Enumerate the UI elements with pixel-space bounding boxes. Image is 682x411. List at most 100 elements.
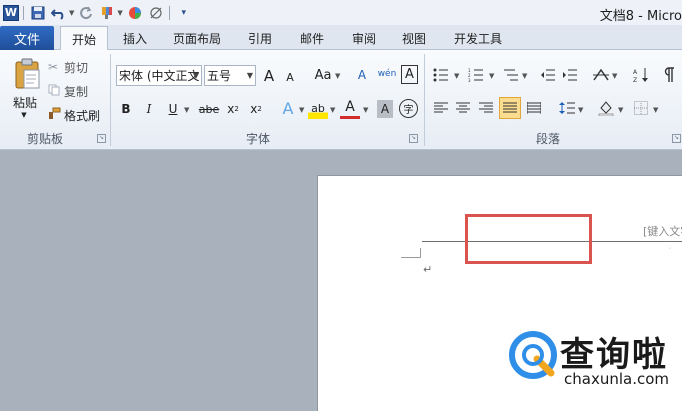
line-spacing-dropdown-icon[interactable]: ▼ (578, 106, 583, 114)
font-size-combo[interactable]: 五号 ▼ (204, 65, 256, 86)
scissors-icon: ✂ (48, 60, 59, 74)
underline-button[interactable]: U (163, 98, 183, 120)
align-center-icon[interactable] (452, 97, 474, 119)
shading-icon[interactable] (595, 97, 617, 119)
qat-separator (23, 5, 24, 20)
borders-icon[interactable] (630, 97, 652, 119)
clear-format-button[interactable]: A (352, 64, 372, 86)
annotation-highlight-box (465, 214, 592, 264)
clipboard-icon (15, 58, 40, 89)
copy-label: 复制 (64, 84, 89, 99)
numbering-icon[interactable]: 123 (465, 64, 487, 86)
clipboard-launcher-icon[interactable]: ↘ (97, 134, 106, 143)
text-effects-button[interactable]: A (278, 97, 298, 119)
paste-dropdown-icon[interactable]: ▼ (18, 110, 30, 120)
tab-page-layout[interactable]: 页面布局 (165, 26, 229, 50)
tab-file[interactable]: 文件 (0, 26, 54, 50)
increase-indent-icon[interactable] (559, 64, 581, 86)
save-icon[interactable] (29, 4, 47, 22)
copy-button[interactable]: 复制 (48, 82, 104, 100)
clipboard-group-label: 剪贴板 (26, 132, 63, 146)
line-spacing-icon[interactable] (556, 97, 578, 119)
header-placeholder-text[interactable]: [键入文字 (643, 223, 682, 239)
brush-icon (48, 107, 64, 123)
italic-button[interactable]: I (139, 98, 159, 120)
undo-dropdown-icon[interactable]: ▼ (69, 9, 74, 17)
cut-button[interactable]: ✂ 剪切 (48, 58, 104, 76)
text-effects-dropdown-icon[interactable]: ▼ (299, 106, 304, 114)
tab-home[interactable]: 开始 (60, 26, 108, 51)
copy-icon (48, 84, 64, 99)
character-border-button[interactable]: A (401, 65, 418, 84)
redo-icon[interactable] (77, 4, 95, 22)
tab-mailings[interactable]: 邮件 (290, 26, 334, 50)
subscript-label: x (227, 102, 235, 116)
word-logo-icon[interactable]: W (3, 4, 19, 21)
subscript-button[interactable]: x2 (223, 98, 243, 120)
format-painter-qat-icon[interactable] (98, 4, 116, 22)
phonetic-guide-button[interactable]: wén (376, 63, 398, 85)
multilevel-dropdown-icon[interactable]: ▼ (522, 72, 527, 80)
paragraph-group-label: 段落 (535, 132, 560, 146)
painter-dropdown-icon[interactable]: ▼ (117, 9, 122, 17)
paste-label: 粘贴 (12, 95, 37, 110)
paragraph-launcher-icon[interactable]: ↘ (672, 134, 681, 143)
group-separator-2 (424, 54, 425, 146)
distributed-icon[interactable] (523, 97, 545, 119)
chinese-layout-icon[interactable] (590, 64, 612, 86)
bullets-icon[interactable] (430, 64, 452, 86)
strikethrough-button[interactable]: abe (196, 98, 222, 120)
align-left-icon[interactable] (430, 97, 452, 119)
sort-icon[interactable]: AZ (630, 64, 652, 86)
draw-icon[interactable] (147, 4, 165, 22)
ribbon-tabs: 文件 开始 插入 页面布局 引用 邮件 审阅 视图 开发工具 (0, 25, 682, 51)
qat-separator-2 (168, 5, 170, 20)
numbering-dropdown-icon[interactable]: ▼ (489, 72, 494, 80)
chinese-layout-dropdown-icon[interactable]: ▼ (612, 72, 617, 80)
format-painter-button[interactable]: 格式刷 (48, 106, 106, 124)
underline-dropdown-icon[interactable]: ▼ (184, 106, 189, 114)
multilevel-list-icon[interactable] (500, 64, 522, 86)
font-name-combo[interactable]: 宋体 (中文正文 ▼ (116, 65, 202, 86)
tab-insert[interactable]: 插入 (113, 26, 157, 50)
chaxunla-logo-icon (509, 331, 557, 379)
change-case-dropdown-icon[interactable]: ▼ (335, 72, 340, 80)
svg-text:3: 3 (468, 78, 471, 82)
grow-font-button[interactable]: A (260, 65, 278, 86)
margin-corner-mark-vertical (420, 248, 421, 258)
borders-dropdown-icon[interactable]: ▼ (653, 106, 658, 114)
highlight-button[interactable]: ab (308, 97, 328, 119)
superscript-button[interactable]: x2 (246, 98, 266, 120)
color-icon[interactable] (126, 4, 144, 22)
font-launcher-icon[interactable]: ↘ (409, 134, 418, 143)
font-color-dropdown-icon[interactable]: ▼ (363, 106, 368, 114)
watermark-url: chaxunla.com (564, 370, 669, 388)
tab-review[interactable]: 审阅 (342, 26, 386, 50)
paste-button[interactable]: 粘贴 ▼ (4, 52, 44, 124)
font-name-value: 宋体 (中文正文 (119, 69, 200, 83)
decrease-indent-icon[interactable] (537, 64, 559, 86)
shrink-font-button[interactable]: A (282, 67, 298, 88)
font-name-dropdown-icon[interactable]: ▼ (193, 71, 199, 80)
justify-icon[interactable] (499, 97, 521, 119)
align-right-icon[interactable] (475, 97, 497, 119)
font-group-label: 字体 (245, 132, 270, 146)
superscript-label: x (250, 102, 258, 116)
font-color-button[interactable]: A (340, 97, 360, 119)
bold-button[interactable]: B (116, 98, 136, 120)
highlight-dropdown-icon[interactable]: ▼ (330, 106, 335, 114)
bullets-dropdown-icon[interactable]: ▼ (454, 72, 459, 80)
shading-dropdown-icon[interactable]: ▼ (618, 106, 623, 114)
group-separator (110, 54, 111, 146)
tab-developer[interactable]: 开发工具 (444, 26, 512, 50)
svg-text:Z: Z (633, 77, 637, 83)
tab-references[interactable]: 引用 (238, 26, 282, 50)
show-marks-icon[interactable] (658, 64, 680, 86)
tab-view[interactable]: 视图 (392, 26, 436, 50)
undo-icon[interactable] (50, 4, 68, 22)
change-case-button[interactable]: Aa (312, 65, 334, 86)
customize-qat-icon[interactable]: ▾ (175, 4, 193, 22)
enclose-characters-button[interactable]: 字 (399, 99, 418, 118)
font-size-dropdown-icon[interactable]: ▼ (247, 71, 253, 80)
character-shading-button[interactable]: A (377, 100, 393, 118)
